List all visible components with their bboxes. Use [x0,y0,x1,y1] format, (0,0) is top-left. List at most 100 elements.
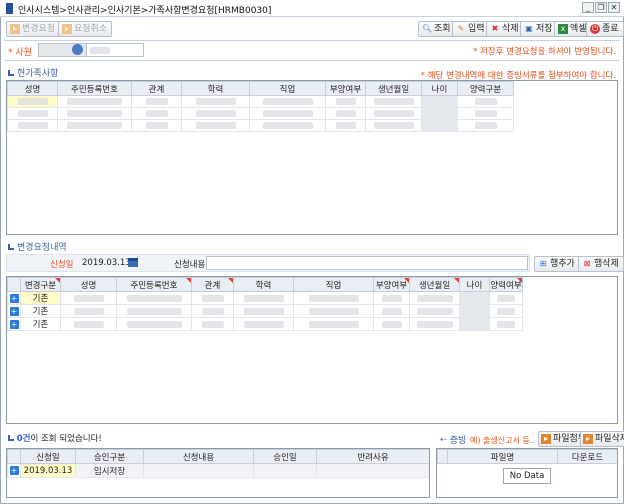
table-cell[interactable] [249,95,326,108]
current-family-grid[interactable]: 성명 주민등록번호 관계 학력 직업 부양여부 생년월일 나이 양력구분 [6,80,618,235]
plus-icon[interactable]: + [9,306,19,316]
col-request-date[interactable]: 신청일 [20,449,76,464]
table-cell[interactable] [373,304,410,318]
col-name[interactable]: 성명 [60,277,117,292]
history-grid[interactable]: 신청일 승인구분 신청내용 승인일 반려사유 + 2019.03.13 임시저장 [6,448,430,498]
table-row[interactable]: + 2019.03.13 임시저장 [7,463,429,478]
col-relation[interactable]: 관계 [131,81,182,96]
restore-button[interactable]: ❐ [595,2,607,13]
col-job[interactable]: 직업 [293,277,374,292]
expand-cell[interactable]: + [7,291,21,305]
table-cell[interactable] [409,291,460,305]
delete-file-button[interactable]: ▸ 파일삭제 [580,431,624,447]
col-change-type[interactable]: 변경구분 [20,277,61,292]
col-education[interactable]: 학력 [181,81,250,96]
table-cell[interactable] [7,107,58,120]
col-birthdate[interactable]: 생년월일 [365,81,422,96]
table-cell[interactable] [7,95,58,108]
table-cell[interactable] [293,304,374,318]
minimize-button[interactable]: _ [582,2,594,13]
search-button[interactable]: 🔍︎ 조회 [418,21,456,37]
col-calendar[interactable]: 양력구분 [457,81,514,96]
col-reject-reason[interactable]: 반려사유 [316,449,429,464]
table-row[interactable] [7,119,514,132]
table-cell[interactable] [409,317,460,331]
table-cell[interactable] [325,119,366,132]
add-row-button[interactable]: ⊞ 행추가 [534,256,580,272]
table-cell[interactable] [116,304,192,318]
employee-search-icon[interactable] [72,44,83,55]
table-cell[interactable] [249,107,326,120]
history-content-cell[interactable] [143,463,254,478]
history-approval-cell[interactable]: 임시저장 [75,463,144,478]
table-row[interactable]: + 기존 [7,304,523,318]
table-cell[interactable] [7,119,58,132]
request-content-input[interactable] [206,256,528,270]
table-cell[interactable] [459,304,490,318]
table-cell[interactable] [457,119,514,132]
table-cell[interactable] [131,119,182,132]
col-approval-date[interactable]: 승인일 [253,449,317,464]
expand-cell[interactable]: + [7,317,21,331]
col-job[interactable]: 직업 [249,81,326,96]
table-cell[interactable] [181,107,250,120]
table-cell[interactable] [489,317,523,331]
close-button[interactable]: ⏻ 종료 [586,21,624,37]
table-cell[interactable] [116,291,192,305]
col-relation[interactable]: 관계 [191,277,234,292]
input-button[interactable]: ✎ 입력 [452,21,490,37]
table-cell[interactable] [233,291,294,305]
table-cell[interactable] [57,119,132,132]
employee-name-input[interactable] [86,43,144,57]
table-cell[interactable] [365,119,422,132]
col-age[interactable]: 나이 [421,81,458,96]
change-type-cell[interactable]: 기존 [20,317,61,331]
history-date-cell[interactable]: 2019.03.13 [20,463,76,478]
table-cell[interactable] [373,317,410,331]
table-cell[interactable] [116,317,192,331]
plus-icon[interactable]: + [9,466,19,475]
table-row[interactable] [7,107,514,120]
cancel-request-button[interactable]: ▸ 요청취소 [58,21,113,37]
table-cell[interactable] [57,95,132,108]
table-cell[interactable] [325,95,366,108]
calendar-icon[interactable] [128,258,138,267]
table-cell[interactable] [233,317,294,331]
col-age[interactable]: 나이 [459,277,490,292]
plus-icon[interactable]: + [9,293,19,303]
col-rrn[interactable]: 주민등록번호 [116,277,192,292]
col-dependent[interactable]: 부양여부 [325,81,366,96]
table-cell[interactable] [421,95,458,108]
table-cell[interactable] [233,304,294,318]
history-reason-cell[interactable] [316,463,429,478]
table-cell[interactable] [365,95,422,108]
request-date-value[interactable]: 2019.03.13 [82,258,131,268]
table-cell[interactable] [191,317,234,331]
table-cell[interactable] [459,317,490,331]
change-request-button[interactable]: ▸ 변경요청 [6,21,61,37]
table-cell[interactable] [489,304,523,318]
table-row[interactable] [7,95,514,108]
table-cell[interactable] [131,95,182,108]
table-cell[interactable] [191,304,234,318]
change-type-cell[interactable]: 기존 [20,304,61,318]
table-cell[interactable] [60,317,117,331]
table-cell[interactable] [457,95,514,108]
col-calendar[interactable]: 양력여부 [489,277,523,292]
col-approval-type[interactable]: 승인구분 [75,449,144,464]
table-cell[interactable] [421,119,458,132]
table-cell[interactable] [409,304,460,318]
table-cell[interactable] [293,317,374,331]
col-education[interactable]: 학력 [233,277,294,292]
table-cell[interactable] [57,107,132,120]
table-cell[interactable] [249,119,326,132]
delete-button[interactable]: ✖ 삭제 [486,21,524,37]
history-approved-cell[interactable] [253,463,317,478]
col-birthdate[interactable]: 생년월일 [409,277,460,292]
table-cell[interactable] [325,107,366,120]
table-cell[interactable] [457,107,514,120]
table-cell[interactable] [60,304,117,318]
table-cell[interactable] [365,107,422,120]
close-window-button[interactable]: ✕ [608,2,620,13]
table-cell[interactable] [60,291,117,305]
